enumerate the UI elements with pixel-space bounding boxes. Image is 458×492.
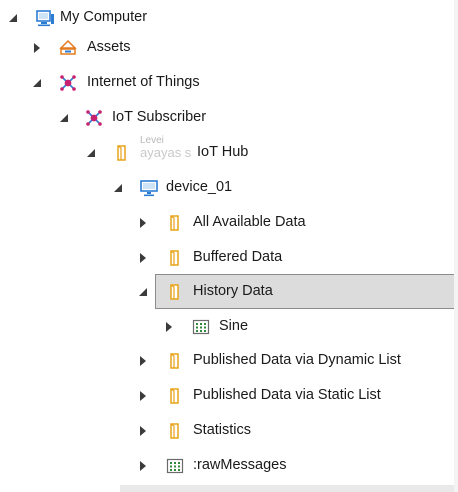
iot-network-icon [86,110,102,126]
expanded-arrow-icon[interactable] [136,285,150,299]
tree-node-raw-messages[interactable]: :rawMessages [0,448,458,483]
expanded-arrow-icon[interactable] [111,181,125,195]
node-label: Assets [87,39,131,55]
computer-icon [36,10,54,27]
node-label: Sine [219,318,249,334]
computer-icon [140,180,158,197]
tree-node-device-01[interactable]: device_01 [0,170,458,205]
collapsed-arrow-icon[interactable] [136,354,150,368]
node-label: device_01 [166,179,233,195]
tree-node-all-available-data[interactable]: All Available Data [0,205,458,240]
tree-node-statistics[interactable]: Statistics [0,413,458,448]
tree-node-published-static[interactable]: Published Data via Static List [0,378,458,413]
tree-node-assets[interactable]: Assets [0,30,458,65]
node-label: Internet of Things [87,74,200,90]
collapsed-arrow-icon[interactable] [30,41,44,55]
expanded-arrow-icon[interactable] [6,11,20,25]
expanded-arrow-icon[interactable] [84,146,98,160]
tree-node-sine[interactable]: Sine [0,309,458,344]
tree-node-published-dynamic[interactable]: Published Data via Dynamic List [0,343,458,378]
folder-icon [170,353,179,369]
node-label: Statistics [193,422,252,438]
node-label: :rawMessages [193,457,287,473]
node-label: Published Data via Static List [193,387,381,403]
tree-node-buffered-data[interactable]: Buffered Data [0,240,458,275]
vertical-scroll-edge [454,0,458,492]
tree-view: My Computer Assets Internet of Things Io… [0,0,458,492]
node-label: Published Data via Dynamic List [193,352,401,368]
collapsed-arrow-icon[interactable] [136,459,150,473]
tree-node-iot-subscriber[interactable]: IoT Subscriber [0,100,458,135]
collapsed-arrow-icon[interactable] [136,389,150,403]
collapsed-arrow-icon[interactable] [162,320,176,334]
expanded-arrow-icon[interactable] [30,76,44,90]
ghost-overlay-text: Levei [140,135,164,146]
collapsed-arrow-icon[interactable] [136,424,150,438]
tree-node-iot-hub[interactable]: ayayas s IoT Hub [0,135,458,170]
node-label: Buffered Data [193,249,283,265]
node-label: All Available Data [193,214,306,230]
data-tag-icon [192,319,210,335]
tree-node-history-data[interactable]: History Data [0,274,458,309]
expanded-arrow-icon[interactable] [57,111,71,125]
collapsed-arrow-icon[interactable] [136,251,150,265]
assets-icon [59,39,77,55]
folder-icon [170,388,179,404]
folder-icon [170,215,179,231]
horizontal-scrollbar[interactable] [120,485,458,492]
iot-network-icon [60,75,76,91]
node-label: History Data [193,283,273,299]
folder-icon [117,145,126,161]
node-label: IoT Hub [197,144,249,160]
folder-icon [170,250,179,266]
data-tag-icon [166,458,184,474]
tree-node-internet-of-things[interactable]: Internet of Things [0,65,458,100]
node-label: IoT Subscriber [112,109,207,125]
collapsed-arrow-icon[interactable] [136,216,150,230]
folder-icon [170,423,179,439]
folder-icon [170,284,179,300]
